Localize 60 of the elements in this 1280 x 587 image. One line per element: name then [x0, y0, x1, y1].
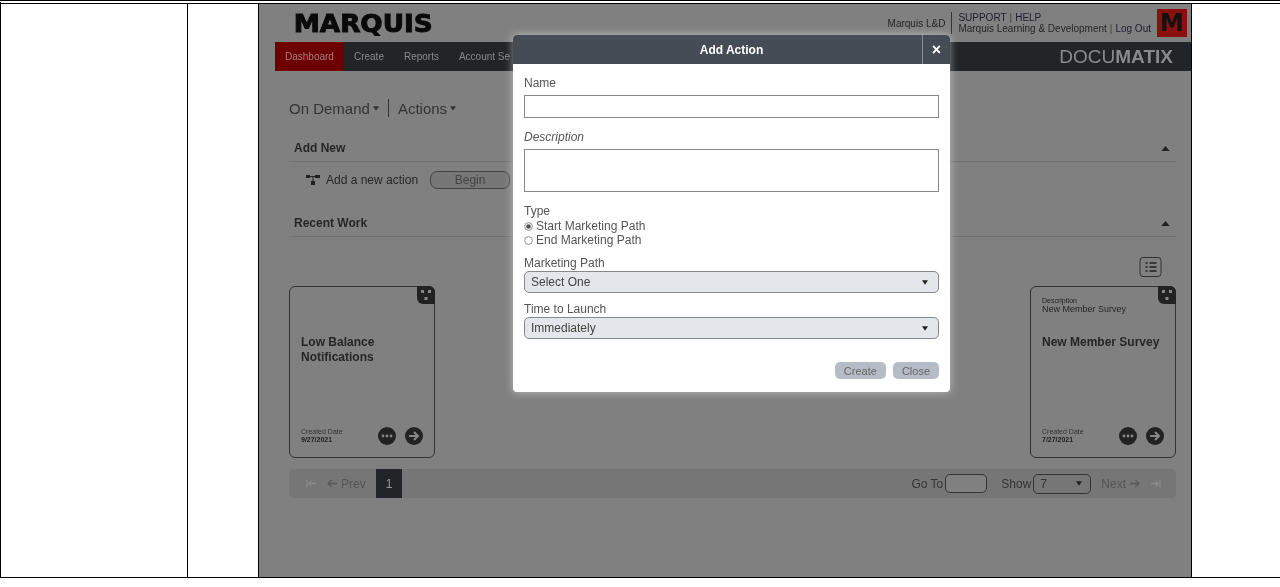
caret-icon — [922, 325, 928, 331]
field-label: Type — [524, 204, 551, 219]
collapse-icon[interactable] — [1161, 220, 1170, 226]
collapse-icon[interactable] — [1161, 145, 1170, 151]
field-label: Description — [524, 130, 586, 145]
org-name: Marquis L&D — [887, 17, 946, 29]
caret-icon — [1076, 481, 1083, 486]
section-title: Recent Work — [294, 216, 368, 230]
page-size-select[interactable]: 7 — [1033, 473, 1092, 494]
dialog-button[interactable]: Create — [834, 362, 886, 379]
hierarchy-icon — [1158, 286, 1176, 304]
page-number[interactable]: 1 — [375, 469, 403, 498]
card-title: New Member Survey — [1042, 335, 1161, 350]
arrow-right-icon[interactable] — [405, 427, 423, 445]
hierarchy-icon — [306, 175, 320, 185]
caret-icon — [372, 105, 379, 111]
caret-icon — [450, 105, 457, 111]
goto-label: Go To — [911, 476, 944, 491]
show-label: Show — [1001, 476, 1032, 491]
nav-tab[interactable]: Create — [343, 42, 394, 71]
caret-icon — [922, 279, 928, 285]
section-title: Add New — [294, 141, 346, 155]
radio-icon[interactable] — [524, 221, 533, 231]
list-view-icon[interactable] — [1139, 257, 1162, 277]
radio-option[interactable]: End Marketing Path — [524, 233, 939, 247]
description-field[interactable] — [524, 149, 939, 192]
brand-logo: M — [1157, 9, 1187, 37]
card-description: New Member Survey — [1042, 304, 1128, 314]
arrow-right-icon — [1129, 479, 1140, 488]
product-logo: DOCUMATIX — [1059, 44, 1173, 69]
field-label: Marketing Path — [524, 256, 606, 271]
marketing-path-select[interactable]: Select One — [524, 271, 939, 293]
card-title: Low Balance Notifications — [301, 335, 376, 365]
radio-option[interactable]: Start Marketing Path — [524, 219, 939, 233]
nav-tab[interactable]: Reports — [393, 42, 449, 71]
field-label: Time to Launch — [524, 302, 608, 317]
arrow-right-icon[interactable] — [1146, 427, 1164, 445]
field-label: Name — [524, 76, 557, 91]
dropdown-menu[interactable]: On Demand — [289, 99, 379, 117]
separator: | — [1109, 23, 1113, 34]
launch-time-select[interactable]: Immediately — [524, 317, 939, 339]
marquis-logo[interactable]: MARQUIS — [293, 8, 433, 38]
dropdown-menu[interactable]: Actions — [397, 99, 457, 117]
arrow-left-icon — [327, 479, 338, 488]
radio-icon[interactable] — [524, 235, 533, 245]
name-field[interactable] — [524, 95, 939, 118]
nav-tab[interactable]: Dashboard — [275, 42, 344, 71]
more-icon[interactable] — [1119, 427, 1137, 445]
add-action-label: Add a new action — [326, 173, 419, 187]
header-link[interactable]: SUPPORT — [958, 12, 1007, 23]
dialog-button[interactable]: Close — [892, 362, 939, 379]
logout-link[interactable]: Log Out — [1115, 23, 1151, 34]
close-button[interactable]: × — [922, 35, 950, 64]
account-name: Marquis Learning & Development — [958, 23, 1107, 34]
header-link[interactable]: HELP — [1015, 12, 1042, 23]
goto-field[interactable] — [945, 474, 988, 493]
separator: | — [1009, 12, 1013, 23]
dialog-title: Add Action — [698, 42, 765, 57]
more-icon[interactable] — [378, 427, 396, 445]
hierarchy-icon — [417, 286, 435, 304]
